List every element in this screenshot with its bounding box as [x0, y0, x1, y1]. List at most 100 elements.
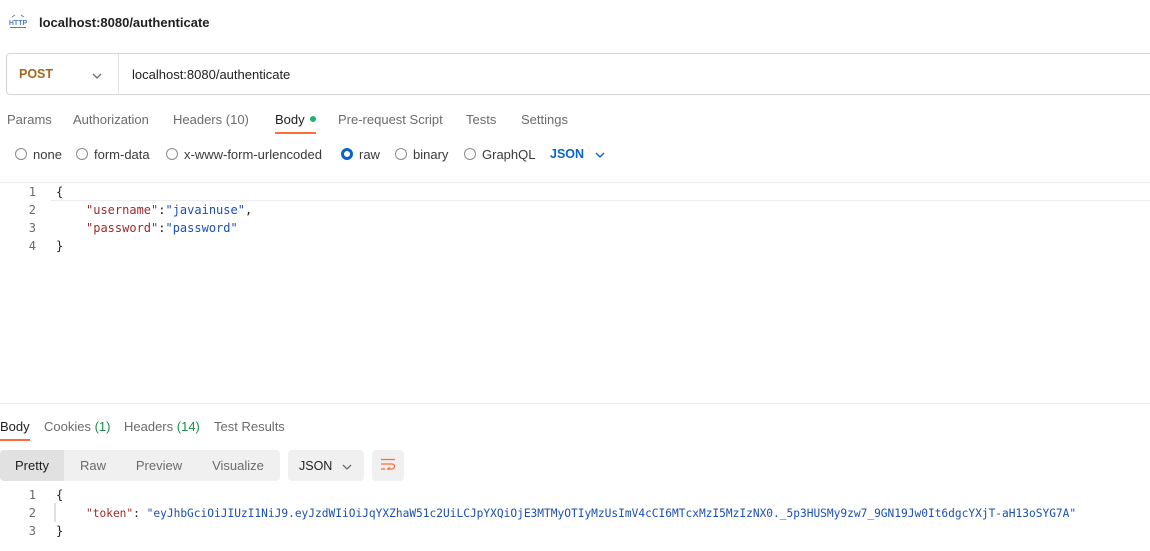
- line-text: }: [56, 239, 64, 253]
- response-toolbar: Pretty Raw Preview Visualize JSON: [0, 450, 404, 481]
- response-divider[interactable]: [0, 403, 1150, 404]
- radio-label: form-data: [94, 146, 150, 162]
- request-body-editor[interactable]: 1 { 2 "username":"javainuse", 3 "passwor…: [0, 183, 1150, 403]
- code-line: 2 "token": "eyJhbGciOiJIUzI1NiJ9.eyJzdWI…: [0, 504, 1150, 522]
- code-line: 4 }: [0, 237, 1150, 255]
- tab-params[interactable]: Params: [7, 106, 52, 132]
- json-sep: :: [133, 506, 147, 520]
- tab-label: Body: [0, 418, 30, 434]
- radio-label: raw: [359, 146, 380, 162]
- body-type-options: none form-data x-www-form-urlencoded raw…: [0, 142, 1150, 166]
- tab-settings[interactable]: Settings: [521, 106, 568, 132]
- radio-circle-checked: [341, 148, 353, 160]
- response-format-label: JSON: [299, 458, 333, 473]
- tab-cookies[interactable]: Cookies (1): [44, 413, 110, 439]
- request-title: localhost:8080/authenticate: [39, 14, 210, 30]
- line-number: 2: [28, 203, 36, 217]
- chevron-down-icon: [595, 147, 605, 161]
- json-key: "token": [86, 506, 134, 520]
- line-text: "username":"javainuse",: [86, 203, 252, 217]
- line-number: 3: [28, 524, 36, 538]
- tab-response-headers[interactable]: Headers (14): [124, 413, 200, 439]
- tab-count: (14): [176, 418, 200, 434]
- modified-dot-icon: [309, 116, 316, 122]
- tab-pre-request-script[interactable]: Pre-request Script: [338, 106, 443, 132]
- json-key: "username": [86, 203, 159, 217]
- tab-label: Body: [275, 111, 305, 127]
- method-label: POST: [19, 67, 54, 81]
- response-format-select[interactable]: JSON: [288, 450, 364, 481]
- body-format-select[interactable]: JSON: [550, 142, 605, 166]
- view-preview-button[interactable]: Preview: [122, 450, 196, 481]
- json-key: "password": [86, 221, 159, 235]
- code-line: 1 {: [0, 486, 1150, 504]
- line-number: 3: [28, 221, 36, 235]
- radio-binary[interactable]: binary: [395, 142, 448, 166]
- radio-circle: [15, 148, 27, 160]
- svg-text:HTTP: HTTP: [9, 20, 28, 27]
- view-raw-button[interactable]: Raw: [64, 450, 122, 481]
- line-text: }: [56, 524, 64, 538]
- tab-label: Pre-request Script: [338, 111, 443, 127]
- tab-body[interactable]: Body: [275, 106, 316, 134]
- line-number: 4: [28, 239, 36, 253]
- view-pretty-button[interactable]: Pretty: [0, 450, 64, 481]
- radio-x-www-form-urlencoded[interactable]: x-www-form-urlencoded: [166, 142, 322, 166]
- tab-label: Tests: [466, 111, 497, 127]
- code-line: 3 }: [0, 522, 1150, 540]
- tab-test-results[interactable]: Test Results: [214, 413, 285, 439]
- url-bar: POST localhost:8080/authenticate: [6, 53, 1150, 95]
- tab-count: (1): [94, 418, 111, 434]
- radio-circle: [166, 148, 178, 160]
- line-text: {: [56, 185, 64, 199]
- radio-label: none: [33, 146, 62, 162]
- response-tabs: Body Cookies (1) Headers (14) Test Resul…: [0, 413, 1150, 441]
- chevron-down-icon: [342, 459, 352, 473]
- radio-circle: [76, 148, 88, 160]
- tab-label: Headers: [124, 418, 174, 434]
- json-value: "password": [165, 221, 238, 235]
- radio-label: binary: [413, 146, 449, 162]
- tab-authorization[interactable]: Authorization: [73, 106, 149, 132]
- tab-label: Cookies: [44, 418, 91, 434]
- tab-count: (10): [225, 111, 249, 127]
- tab-label: Params: [7, 111, 52, 127]
- http-icon: HTTP: [8, 14, 28, 31]
- code-line: 2 "username":"javainuse",: [0, 201, 1150, 219]
- radio-label: GraphQL: [482, 146, 536, 162]
- tab-label: Settings: [521, 111, 568, 127]
- line-number: 2: [28, 506, 36, 520]
- radio-raw[interactable]: raw: [341, 142, 380, 166]
- tab-label: Test Results: [214, 418, 285, 434]
- radio-circle: [464, 148, 476, 160]
- chevron-down-icon: [92, 67, 102, 82]
- line-text: "token": "eyJhbGciOiJIUzI1NiJ9.eyJzdWIiO…: [86, 507, 1076, 520]
- line-text: {: [56, 488, 64, 502]
- tab-headers[interactable]: Headers (10): [173, 106, 249, 132]
- radio-none[interactable]: none: [15, 142, 62, 166]
- response-body-viewer[interactable]: 1 { 2 "token": "eyJhbGciOiJIUzI1NiJ9.eyJ…: [0, 486, 1150, 546]
- tab-tests[interactable]: Tests: [466, 106, 496, 132]
- view-mode-segmented: Pretty Raw Preview Visualize: [0, 450, 280, 481]
- url-input[interactable]: localhost:8080/authenticate: [132, 67, 290, 82]
- radio-circle: [395, 148, 407, 160]
- tab-response-body[interactable]: Body: [0, 413, 30, 441]
- line-number: 1: [28, 185, 36, 199]
- line-text: "password":"password": [86, 221, 238, 235]
- body-format-label: JSON: [550, 147, 585, 161]
- json-value: "javainuse": [165, 203, 245, 217]
- request-tab-header: HTTP localhost:8080/authenticate: [0, 0, 1150, 44]
- radio-label: x-www-form-urlencoded: [184, 146, 322, 162]
- json-tail: ,: [244, 203, 253, 217]
- line-number: 1: [28, 488, 36, 502]
- wrap-lines-button[interactable]: [372, 450, 404, 481]
- view-visualize-button[interactable]: Visualize: [196, 450, 280, 481]
- method-select[interactable]: POST: [7, 54, 119, 94]
- code-line: 1 {: [0, 183, 1150, 201]
- radio-graphql[interactable]: GraphQL: [464, 142, 535, 166]
- wrap-lines-icon: [380, 458, 396, 473]
- code-line: 3 "password":"password": [0, 219, 1150, 237]
- radio-form-data[interactable]: form-data: [76, 142, 150, 166]
- json-value: "eyJhbGciOiJIUzI1NiJ9.eyJzdWIiOiJqYXZhaW…: [146, 506, 1077, 520]
- tab-label: Headers: [173, 111, 223, 127]
